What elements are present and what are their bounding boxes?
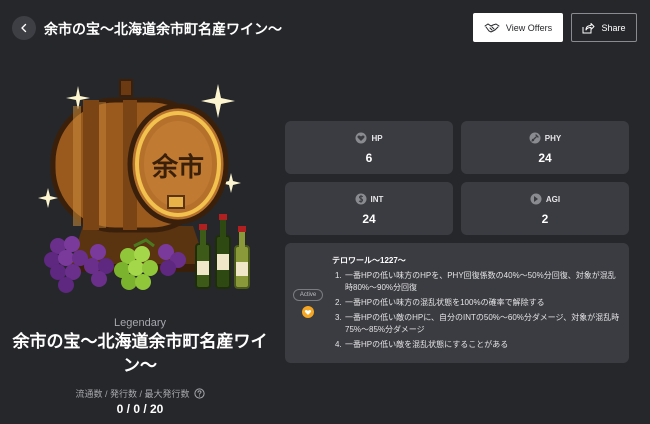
phy-icon — [529, 132, 541, 144]
handshake-icon — [484, 22, 500, 33]
skill-title: テロワール〜1227〜 — [332, 256, 406, 265]
barrel-label: 余市 — [151, 152, 204, 183]
wine-bottle — [195, 224, 211, 289]
share-icon — [582, 22, 595, 33]
share-label: Share — [601, 22, 626, 33]
supply-label: 流通数 / 発行数 / 最大発行数 — [75, 389, 190, 399]
list-item: 4. 一番HPの低い敵を混乱状態にすることがある — [335, 340, 509, 349]
item-artwork: 余市 — [38, 79, 250, 293]
stat-value-agi: 2 — [541, 212, 549, 226]
supply-label-row: 流通数 / 発行数 / 最大発行数 — [0, 387, 280, 400]
rarity-label: Legendary — [114, 317, 166, 329]
stat-label-int: INT — [370, 194, 384, 204]
wine-bottle — [215, 214, 231, 289]
back-button[interactable] — [12, 16, 36, 40]
share-button[interactable]: Share — [571, 13, 637, 42]
stat-value-hp: 6 — [365, 151, 373, 165]
chevron-left-icon — [21, 23, 27, 33]
list-item: 1. 一番HPの低い味方のHPを、PHY回復係数の40%〜50%分回復、対象が混… — [335, 271, 616, 292]
page-title: 余市の宝〜北海道余市町名産ワイン〜 — [44, 21, 282, 37]
agi-icon — [530, 193, 542, 205]
stat-card-agi: AGI 2 — [461, 182, 629, 235]
hp-icon — [355, 132, 367, 144]
stat-card-phy: PHY 24 — [461, 121, 629, 174]
stat-label-hp: HP — [371, 133, 383, 143]
stat-label-agi: AGI — [545, 194, 561, 204]
help-icon[interactable] — [193, 388, 205, 399]
supply-value: 0 / 0 / 20 — [116, 402, 164, 416]
item-name: 余市の宝〜北海道余市町名産ワイン〜 — [12, 332, 268, 375]
skill-effects-list: 1. 一番HPの低い味方のHPを、PHY回復係数の40%〜50%分回復、対象が混… — [335, 270, 623, 354]
stat-value-phy: 24 — [538, 151, 552, 165]
list-item: 2. 一番HPの低い味方の混乱状態を100%の確率で解除する — [335, 298, 545, 307]
wine-bottle — [234, 226, 250, 289]
stat-card-int: INT 24 — [285, 182, 453, 235]
stat-value-int: 24 — [362, 212, 376, 226]
top-bar: 余市の宝〜北海道余市町名産ワイン〜 View Offers Share — [0, 0, 650, 56]
view-offers-button[interactable]: View Offers — [473, 13, 563, 42]
active-badge: Active — [293, 289, 323, 301]
list-item: 3. 一番HPの低い敵のHPに、自分のINTの50%〜60%分ダメージ、対象が混… — [335, 313, 620, 334]
stat-label-phy: PHY — [544, 133, 562, 143]
int-icon — [355, 193, 367, 205]
wine-barrel: 余市 — [50, 79, 229, 233]
sparkle-icon — [201, 84, 235, 118]
view-offers-label: View Offers — [505, 22, 553, 33]
stat-card-hp: HP 6 — [285, 121, 453, 174]
skill-card: Active テロワール〜1227〜 1. 一番HPの低い味方のHPを、PHY回… — [285, 243, 629, 363]
heal-icon — [302, 306, 314, 318]
